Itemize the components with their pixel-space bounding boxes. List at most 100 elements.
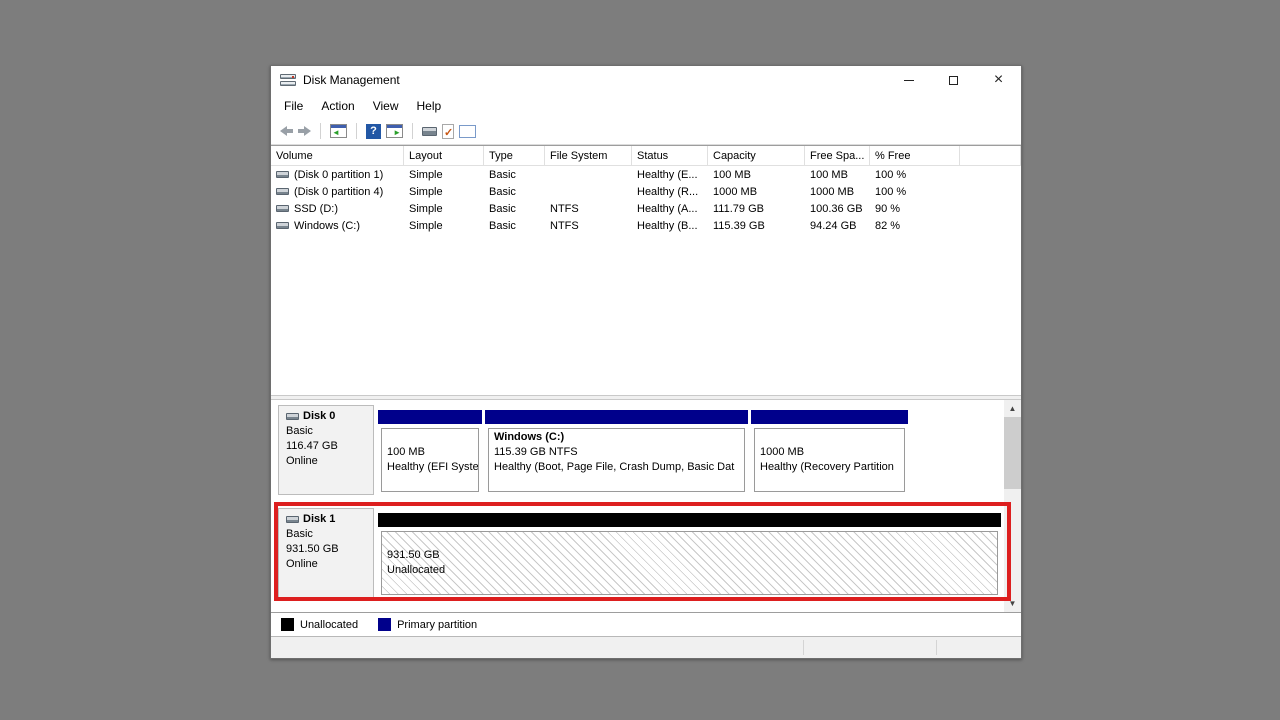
file-system-cell: NTFS: [545, 217, 632, 234]
column-header-file-system[interactable]: File System: [545, 146, 632, 165]
column-header-capacity[interactable]: Capacity: [708, 146, 805, 165]
layout-cell: Simple: [404, 200, 484, 217]
layout-cell: Simple: [404, 217, 484, 234]
volume-list-header: Volume Layout Type File System Status Ca…: [271, 146, 1021, 166]
capacity-cell: 115.39 GB: [708, 217, 805, 234]
properties-button[interactable]: [459, 122, 476, 140]
vertical-scrollbar[interactable]: ▲ ▼: [1004, 400, 1021, 612]
check-document-icon: [442, 124, 454, 139]
check-disk-button[interactable]: [442, 122, 454, 140]
empty-cell: [960, 183, 1021, 200]
disk-management-app-icon: [280, 74, 296, 86]
type-cell: Basic: [484, 166, 545, 183]
menu-view[interactable]: View: [364, 96, 408, 116]
disk-size: 116.47 GB: [286, 439, 373, 454]
back-arrow-icon: [280, 126, 293, 136]
maximize-icon: [949, 76, 958, 85]
help-icon: ?: [366, 124, 381, 139]
help-button[interactable]: ?: [366, 122, 381, 140]
column-header-empty[interactable]: [960, 146, 1021, 165]
action-pane-icon: [386, 124, 403, 138]
partition-recovery[interactable]: 1000 MB Healthy (Recovery Partition: [751, 405, 908, 495]
primary-partition-legend-label: Primary partition: [397, 619, 477, 631]
unallocated-region[interactable]: 931.50 GB Unallocated: [378, 508, 1001, 598]
empty-cell: [960, 200, 1021, 217]
disk-size: 931.50 GB: [286, 542, 373, 557]
column-header-layout[interactable]: Layout: [404, 146, 484, 165]
close-icon: ×: [994, 72, 1003, 88]
free-space-cell: 100 MB: [805, 166, 870, 183]
partition-body: 1000 MB Healthy (Recovery Partition: [754, 428, 905, 492]
type-cell: Basic: [484, 217, 545, 234]
disk-1-label[interactable]: Disk 1 Basic 931.50 GB Online: [278, 508, 374, 598]
partition-efi-system[interactable]: 100 MB Healthy (EFI Syste: [378, 405, 482, 495]
unallocated-legend-swatch: [281, 618, 294, 631]
status-bar-divider: [936, 640, 937, 655]
scroll-up-button[interactable]: ▲: [1004, 400, 1021, 417]
percent-free-cell: 100 %: [870, 183, 960, 200]
volume-icon: [276, 205, 289, 212]
menu-file[interactable]: File: [275, 96, 312, 116]
capacity-cell: 100 MB: [708, 166, 805, 183]
file-system-cell: NTFS: [545, 200, 632, 217]
show-action-pane-button[interactable]: [386, 122, 403, 140]
graphical-disk-view: Disk 0 Basic 116.47 GB Online 100 MB Hea…: [271, 400, 1021, 612]
disk-0-partitions: 100 MB Healthy (EFI Syste Windows (C:) 1…: [378, 405, 908, 495]
legend-bar: Unallocated Primary partition: [271, 612, 1021, 636]
primary-partition-band: [485, 410, 748, 424]
disk-name: Disk 1: [303, 512, 335, 527]
partition-body: 100 MB Healthy (EFI Syste: [381, 428, 479, 492]
menu-bar: File Action View Help: [271, 94, 1021, 118]
window-controls: ×: [886, 66, 1021, 94]
toolbar-separator: [412, 123, 413, 139]
volume-icon: [276, 222, 289, 229]
disk-status: Online: [286, 557, 373, 572]
forward-arrow-icon: [298, 126, 311, 136]
column-header-percent-free[interactable]: % Free: [870, 146, 960, 165]
close-button[interactable]: ×: [976, 66, 1021, 94]
status-cell: Healthy (A...: [632, 200, 708, 217]
status-bar-divider: [803, 640, 804, 655]
disk-view-button[interactable]: [422, 122, 437, 140]
titlebar[interactable]: Disk Management ×: [271, 66, 1021, 94]
column-header-volume[interactable]: Volume: [271, 146, 404, 165]
maximize-button[interactable]: [931, 66, 976, 94]
show-console-tree-button[interactable]: [330, 122, 347, 140]
free-space-cell: 1000 MB: [805, 183, 870, 200]
column-header-status[interactable]: Status: [632, 146, 708, 165]
status-cell: Healthy (R...: [632, 183, 708, 200]
empty-cell: [960, 217, 1021, 234]
disk-management-window: Disk Management × File Action View Help …: [270, 65, 1022, 659]
disk-status: Online: [286, 454, 373, 469]
disk-icon: [286, 516, 299, 523]
volume-row-disk0-partition4[interactable]: (Disk 0 partition 4) Simple Basic Health…: [271, 183, 1021, 200]
minimize-button[interactable]: [886, 66, 931, 94]
disk-type: Basic: [286, 527, 373, 542]
disk-type: Basic: [286, 424, 373, 439]
chevron-down-icon: ▼: [1009, 599, 1017, 608]
type-cell: Basic: [484, 200, 545, 217]
menu-action[interactable]: Action: [312, 96, 363, 116]
volume-name-cell: (Disk 0 partition 1): [271, 166, 404, 183]
unallocated-body: 931.50 GB Unallocated: [381, 531, 998, 595]
volume-row-disk0-partition1[interactable]: (Disk 0 partition 1) Simple Basic Health…: [271, 166, 1021, 183]
type-cell: Basic: [484, 183, 545, 200]
menu-help[interactable]: Help: [408, 96, 451, 116]
column-header-type[interactable]: Type: [484, 146, 545, 165]
console-tree-icon: [330, 124, 347, 138]
volume-row-ssd-d[interactable]: SSD (D:) Simple Basic NTFS Healthy (A...…: [271, 200, 1021, 217]
toolbar-separator: [356, 123, 357, 139]
unallocated-band: [378, 513, 1001, 527]
scroll-down-button[interactable]: ▼: [1004, 595, 1021, 612]
disk-0-label[interactable]: Disk 0 Basic 116.47 GB Online: [278, 405, 374, 495]
column-header-free-space[interactable]: Free Spa...: [805, 146, 870, 165]
minimize-icon: [904, 80, 914, 81]
forward-button[interactable]: [298, 122, 311, 140]
scrollbar-thumb[interactable]: [1004, 417, 1021, 489]
free-space-cell: 94.24 GB: [805, 217, 870, 234]
back-button[interactable]: [280, 122, 293, 140]
volume-icon: [276, 171, 289, 178]
partition-windows-c[interactable]: Windows (C:) 115.39 GB NTFS Healthy (Boo…: [485, 405, 748, 495]
volume-row-windows-c[interactable]: Windows (C:) Simple Basic NTFS Healthy (…: [271, 217, 1021, 234]
volume-name-cell: SSD (D:): [271, 200, 404, 217]
